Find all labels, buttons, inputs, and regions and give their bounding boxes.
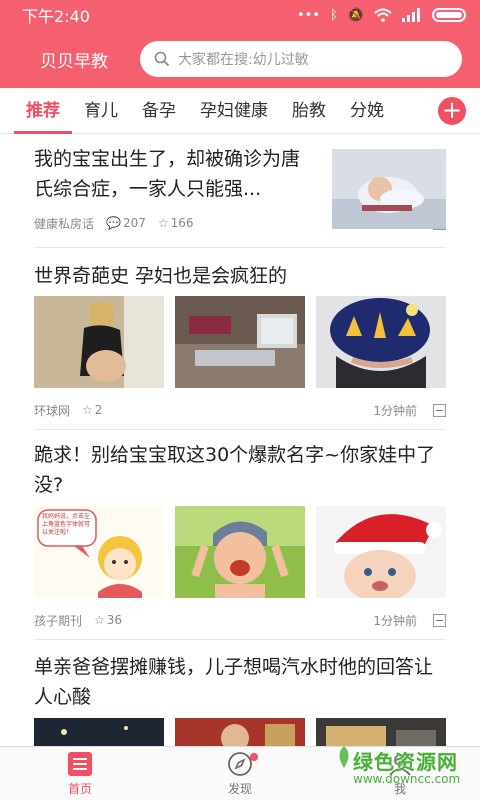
tab-childbirth[interactable]: 分娩 — [350, 88, 384, 134]
dots-icon: ••• — [296, 7, 320, 23]
add-tab-button[interactable]: + — [438, 97, 466, 125]
feed-item-image[interactable] — [316, 296, 446, 388]
wifi-icon — [374, 8, 392, 22]
brand-title: 贝贝早教 — [40, 51, 108, 72]
nav-discover[interactable]: 发现 — [160, 747, 320, 800]
feed-item-title[interactable]: 世界奇葩史 孕妇也是会疯狂的 — [34, 261, 287, 291]
feed-item-image[interactable] — [316, 506, 446, 598]
feed-item[interactable]: 我的宝宝出生了，却被确诊为唐氏综合症，一家人只能强... 健康私房话 💬 207… — [34, 144, 446, 248]
star-icon: ☆ — [82, 403, 93, 417]
signal-icon — [402, 8, 420, 22]
feed-item-image[interactable] — [34, 718, 164, 746]
feed-item-image[interactable] — [175, 296, 305, 388]
search-icon — [154, 51, 170, 67]
bluetooth-icon: ᛒ — [330, 7, 338, 23]
nav-discover-label: 发现 — [227, 781, 252, 796]
tab-recommend[interactable]: 推荐 — [14, 88, 72, 134]
feed-item-image[interactable] — [34, 296, 164, 388]
tab-prenatal-education[interactable]: 胎教 — [292, 88, 326, 134]
nav-home-label: 首页 — [67, 781, 92, 796]
feed-item-image[interactable] — [175, 506, 305, 598]
feed-item-thumbnail[interactable] — [332, 149, 446, 229]
top-bar: 贝贝早教 大家都在搜:幼儿过敏 — [0, 30, 480, 88]
compass-icon — [228, 751, 252, 776]
feed-item[interactable]: 单亲爸爸摆摊赚钱，儿子想喝汽水时他的回答让人心酸 — [34, 640, 446, 746]
feed-item-source: 健康私房话 — [34, 216, 95, 231]
star-icon: ☆ — [94, 613, 105, 627]
tab-maternal-health[interactable]: 孕妇健康 — [200, 88, 268, 134]
mute-icon: 🔕 — [347, 7, 364, 23]
dismiss-button[interactable] — [433, 613, 446, 627]
feed-item-title[interactable]: 跪求！别给宝宝取这30个爆款名字~你家娃中了没? — [34, 440, 446, 500]
news-feed: 我的宝宝出生了，却被确诊为唐氏综合症，一家人只能强... 健康私房话 💬 207… — [0, 134, 480, 746]
feed-item-stars: 2 — [94, 403, 103, 417]
cartoon-caption: 我妈妈说，点击左上角蓝色字体就可以关注啦！ — [42, 513, 91, 536]
feed-item-meta: 孩子期刊 ☆ 36 1分钟前 — [34, 611, 446, 629]
home-list-icon — [68, 751, 92, 776]
feed-item[interactable]: 跪求！别给宝宝取这30个爆款名字~你家娃中了没? 我妈妈说，点击左上角蓝色字体就… — [34, 430, 446, 640]
tab-pregnancy-prep[interactable]: 备孕 — [142, 88, 176, 134]
search-input[interactable]: 大家都在搜:幼儿过敏 — [140, 41, 462, 77]
feed-item-source: 孩子期刊 — [34, 613, 83, 628]
notification-dot — [250, 753, 258, 761]
status-time: 下午2:40 — [22, 7, 90, 26]
feed-item-time: 1分钟前 — [373, 613, 417, 628]
feed-item-image[interactable]: 我妈妈说，点击左上角蓝色字体就可以关注啦！ — [34, 506, 164, 598]
battery-icon — [432, 8, 466, 22]
nav-me[interactable]: 我 — [320, 747, 480, 800]
feed-item[interactable]: 世界奇葩史 孕妇也是会疯狂的 环球网 ☆ 2 1分钟前 — [34, 248, 446, 430]
nav-me-label: 我 — [393, 781, 406, 796]
dismiss-button[interactable] — [433, 403, 446, 417]
feed-item-title[interactable]: 单亲爸爸摆摊赚钱，儿子想喝汽水时他的回答让人心酸 — [34, 652, 446, 712]
status-icons: ••• ᛒ 🔕 — [297, 8, 466, 23]
bottom-nav: 首页 发现 我 — [0, 746, 480, 800]
search-placeholder: 大家都在搜:幼儿过敏 — [178, 52, 309, 68]
star-icon: ☆ — [157, 216, 169, 230]
feed-item-time: 1分钟前 — [373, 403, 417, 418]
comment-icon: 💬 — [106, 216, 121, 230]
feed-item-comments: 207 — [122, 216, 146, 230]
status-bar: 下午2:40 ••• ᛒ 🔕 — [0, 0, 480, 30]
feed-item-stars: 166 — [170, 216, 194, 230]
feed-item-meta: 环球网 ☆ 2 1分钟前 — [34, 401, 446, 419]
feed-item-image[interactable] — [316, 718, 446, 746]
feed-item-title[interactable]: 我的宝宝出生了，却被确诊为唐氏综合症，一家人只能强... — [34, 144, 304, 204]
category-tabs: 推荐 育儿 备孕 孕妇健康 胎教 分娩 + — [0, 88, 480, 134]
feed-item-image[interactable] — [175, 718, 305, 746]
tab-parenting[interactable]: 育儿 — [84, 88, 118, 134]
user-icon — [389, 753, 411, 776]
feed-item-stars: 36 — [106, 613, 123, 627]
feed-item-source: 环球网 — [34, 403, 71, 418]
nav-home[interactable]: 首页 — [0, 747, 160, 800]
